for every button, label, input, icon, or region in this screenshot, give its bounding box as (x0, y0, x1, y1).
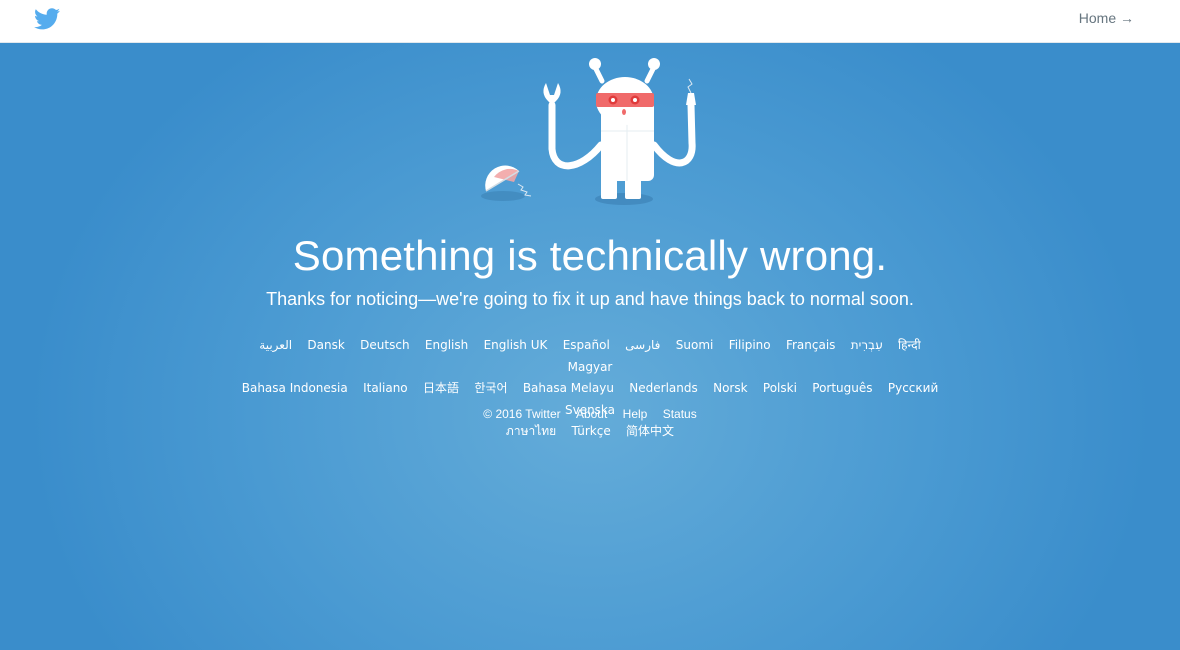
lang-link-he[interactable]: עִבְרִית (851, 338, 883, 352)
lang-link-ar[interactable]: العربية (259, 338, 292, 352)
lang-link-en-gb[interactable]: English UK (484, 338, 548, 352)
status-link[interactable]: Status (663, 407, 697, 421)
lang-link-no[interactable]: Norsk (713, 381, 747, 395)
error-page: Something is technically wrong. Thanks f… (0, 43, 1180, 650)
lang-link-ko[interactable]: 한국어 (474, 381, 507, 395)
twitter-bird-icon[interactable] (34, 8, 60, 30)
footer: © 2016 Twitter About Help Status (0, 407, 1180, 421)
top-bar: Home → (0, 0, 1180, 43)
lang-link-nl[interactable]: Nederlands (629, 381, 697, 395)
broken-robot-icon (481, 58, 696, 205)
lang-link-fa[interactable]: فارسی (625, 338, 660, 352)
lang-link-en[interactable]: English (425, 338, 468, 352)
lang-link-it[interactable]: Italiano (363, 381, 408, 395)
lang-link-fr[interactable]: Français (786, 338, 835, 352)
lang-link-de[interactable]: Deutsch (360, 338, 409, 352)
lang-link-fi[interactable]: Suomi (676, 338, 714, 352)
lang-link-zh-cn[interactable]: 简体中文 (626, 424, 674, 438)
lang-link-id[interactable]: Bahasa Indonesia (242, 381, 348, 395)
lang-link-es[interactable]: Español (563, 338, 610, 352)
lang-link-tr[interactable]: Türkçe (572, 424, 611, 438)
lang-link-fil[interactable]: Filipino (729, 338, 771, 352)
error-subline: Thanks for noticing—we're going to fix i… (266, 289, 914, 309)
help-link[interactable]: Help (623, 407, 648, 421)
about-link[interactable]: About (576, 407, 607, 421)
lang-link-pt[interactable]: Português (812, 381, 872, 395)
lang-link-hu[interactable]: Magyar (568, 360, 613, 374)
language-list: العربية Dansk Deutsch English English UK… (230, 335, 950, 443)
copyright-text: © 2016 Twitter (483, 407, 561, 421)
lang-link-ja[interactable]: 日本語 (423, 381, 459, 395)
lang-link-th[interactable]: ภาษาไทย (506, 424, 556, 438)
home-link[interactable]: Home → (1079, 10, 1134, 26)
error-headline: Something is technically wrong. (292, 232, 888, 279)
lang-link-msa[interactable]: Bahasa Melayu (523, 381, 614, 395)
lang-link-hi[interactable]: हिन्दी (898, 338, 921, 352)
lang-link-da[interactable]: Dansk (307, 338, 344, 352)
lang-link-ru[interactable]: Русский (888, 381, 938, 395)
lang-link-pl[interactable]: Polski (763, 381, 797, 395)
